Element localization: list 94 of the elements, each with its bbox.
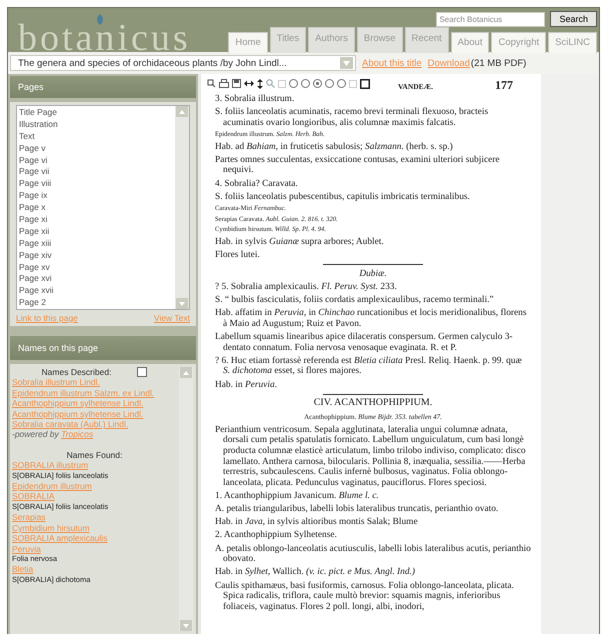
section-heading: Names Found:: [66, 450, 122, 460]
page-paragraph: Labellum squamis linearibus apice dilaceratis conspersum. Germen calyculo 3-dentato connatum. Folia nervosa venosaque evaginata. R. et P.: [215, 332, 514, 354]
nav-tab[interactable]: Recent: [404, 27, 449, 53]
name-link[interactable]: Peruvia: [12, 544, 177, 554]
name-link[interactable]: Cymbidium hirsutum: [12, 522, 177, 534]
page-paragraph: Hab. in Sylhet, Wallich. (v. ic. pict. e Mus. Angl. Ind.): [215, 567, 416, 578]
name-link[interactable]: SOBRALIA: [12, 491, 177, 502]
leaf-icon: [96, 14, 104, 25]
name-link[interactable]: SOBRALIA illustrum: [12, 460, 177, 471]
circle-icon[interactable]: [301, 79, 310, 88]
checkbox[interactable]: [137, 367, 148, 378]
page-paragraph: Hab. ad Bahiam, in fruticetis sabulosis; Salzmann. (herb. s. sp.): [215, 142, 454, 152]
name-link[interactable]: Sobralia caravata (Aubl.) Lindl.: [12, 419, 177, 430]
name-link[interactable]: Epidendrum illustrum Salzm. ex Lindl.: [12, 388, 177, 398]
page-paragraph: Hab. in Java, in sylvis altioribus montis Salak; Blume: [215, 517, 419, 528]
horizontal-arrows-icon[interactable]: [244, 80, 254, 87]
page-paragraph: A. petalis oblongo-lanceolatis acutiusculis, labelli lobis lateralibus acutis, perianthio obovato.: [215, 544, 531, 565]
page-item[interactable]: Page vi: [19, 154, 173, 166]
nav-tab[interactable]: Titles: [270, 27, 306, 53]
page-item[interactable]: Page xv: [19, 262, 173, 274]
genus-heading: CIV. ACANTHOPHIPPIUM.: [312, 398, 434, 409]
nav-tab[interactable]: Browse: [356, 27, 403, 53]
search-icon[interactable]: [266, 79, 275, 88]
section-heading: Names Described:: [42, 367, 112, 378]
species-heading: ? 5. Sobralia amplexicaulis. Fl. Peruv. Syst. 233.: [215, 282, 398, 292]
caret-icon: [343, 60, 350, 66]
name-link[interactable]: Epidendrum illustrum: [12, 481, 177, 492]
page-paragraph: Caulis spithamæus, basi fusiformis, carnosus. Folia oblongo-lanceolata, plicata. Spica radicalis, triflora, caule multò brevior: squamis magnis, inferioribus foliaceis, vaginatus. Flores 2 poll. longi, albi, inodori,: [215, 580, 515, 612]
panel-header: Pages: [10, 76, 196, 98]
page-paragraph: Flores lutei.: [215, 250, 261, 260]
page-item[interactable]: Page x: [19, 202, 173, 214]
page-item[interactable]: Illustration: [19, 118, 173, 131]
page-paragraph: ? 6. Huc etiam fortassè referenda est Bletia ciliata Presl. Reliq. Haenk. p. 99. quæ S. dichotoma esset, si flores majores.: [215, 356, 523, 377]
nav-tab[interactable]: About: [450, 32, 490, 53]
search-button[interactable]: Search: [550, 11, 597, 27]
page-item[interactable]: Page xvi: [19, 273, 173, 286]
title-link[interactable]: About this title: [362, 58, 422, 68]
square-icon[interactable]: [360, 78, 370, 88]
panel-header: Names on this page: [10, 336, 196, 360]
nav-tab[interactable]: SciLINC: [548, 32, 597, 53]
print-icon[interactable]: [219, 79, 229, 88]
page-item[interactable]: Page 2: [19, 297, 173, 310]
page-paragraph: S. foliis lanceolatis acuminatis, racemo brevi terminali flexuoso, bracteis acuminatis ovario longioribus, alis columnæ maximis falcatis.: [215, 107, 490, 128]
species-heading: 4. Sobralia? Caravata.: [215, 178, 299, 190]
page-item[interactable]: Page v: [19, 142, 173, 155]
nav-tab[interactable]: Home: [228, 32, 268, 53]
circle-icon[interactable]: [337, 79, 346, 88]
circle-icon[interactable]: [325, 79, 334, 88]
page-item[interactable]: Text: [19, 130, 173, 143]
page-item[interactable]: Page xi: [19, 214, 173, 226]
vertical-arrows-icon[interactable]: [257, 78, 263, 88]
nav-tab[interactable]: Authors: [308, 27, 355, 53]
site-logo[interactable]: botanicus: [8, 8, 191, 52]
page-paragraph: A. petalis triangularibus, labelli lobis lateralibus truncatis, perianthio ovato.: [215, 504, 500, 515]
name-link[interactable]: SOBRALIA amplexicaulis: [12, 533, 177, 544]
nav-tab[interactable]: Copyright: [491, 32, 546, 53]
page-link[interactable]: View Text: [154, 313, 190, 323]
name-link[interactable]: Serapias: [12, 512, 177, 523]
dotted-circle-icon[interactable]: [313, 79, 322, 88]
page-paragraph: S. foliis lanceolatis pubescentibus, capitulis imbricatis terminalibus.: [215, 192, 471, 202]
page-paragraph: Hab. in Peruvia.: [215, 380, 278, 390]
page-item[interactable]: Page vii: [19, 166, 173, 178]
page-item[interactable]: Title Page: [19, 107, 173, 119]
page-paragraph: S. “ bulbis fasciculatis, foliis cordatis amplexicaulibus, racemo terminali.”: [215, 295, 495, 306]
page-paragraph: Hab. in sylvis Guianæ supra arbores; Aublet.: [215, 236, 385, 248]
name-link[interactable]: Bletia: [12, 564, 177, 575]
section-heading: Dubiæ.: [358, 268, 388, 280]
name-link[interactable]: Sobralia illustrum Lindl.: [12, 377, 177, 388]
page-item[interactable]: Page xvii: [19, 285, 173, 298]
page-paragraph: Partes omnes succulentas, exsiccatione contusas, examini ulteriori subjicere nequivi.: [215, 154, 501, 176]
name-link[interactable]: Acanthophippium sylhetense Lindl.: [12, 398, 177, 409]
pages-list[interactable]: Title Page Illustration Text Page v Page vi Page vii Page viii Page ix Page x Page xi Page xii Page xiii Page xiv Page xv Page xvi Page xvii Page 2: [16, 105, 190, 310]
page-item[interactable]: Page xii: [19, 226, 173, 238]
page-item[interactable]: Page xiv: [19, 250, 173, 262]
save-icon[interactable]: [232, 79, 241, 88]
species-heading: 3. Sobralia illustrum.: [215, 94, 296, 105]
page-paragraph: Perianthium ventricosum. Sepala agglutinata, lateralia ungui columnæ adnata, dorsali cum petalis spatulatis fornicato. Labellum unguiculatum, cum basi longè producta columnæ elasticè articulatum, limbo trilobo indiviso, complicato: disco lamellato. Anthera carnosa, bilocularis. Pollinia 8, inæqualia, sessilia.——Herba terrestris, subcaulescens. Caulis infernè bulbosus, vaginatus. Folia oblongo-lanceolata, plicata. Pedunculus vaginatus, pauciflorus. Flores speciosi.: [215, 424, 527, 488]
crop-icon[interactable]: [207, 79, 216, 88]
name-link[interactable]: Acanthophippium sylhetense Lindl.: [12, 408, 177, 420]
page-item[interactable]: Page ix: [19, 190, 173, 202]
powered-by-text: -powered by Tropicos: [12, 429, 94, 440]
page-item[interactable]: Page viii: [19, 178, 173, 190]
page-number: 177: [494, 78, 513, 93]
file-size-note: (21 MB PDF): [470, 58, 526, 68]
page-item[interactable]: Page xiii: [19, 238, 173, 250]
circle-icon[interactable]: [289, 79, 298, 88]
species-heading: 2. Acanthophippium Sylhetense.: [215, 530, 338, 542]
tropicos-link[interactable]: Tropicos: [61, 429, 94, 440]
title-dropdown[interactable]: The genera and species of orchidaceous plants /by John Lindl...: [10, 55, 356, 71]
title-link[interactable]: Download: [428, 58, 470, 68]
species-heading: 1. Acanthophippium Javanicum. Blume l. c.: [215, 490, 380, 502]
page-paragraph: Hab. affatim in Peruvia, in Chinchao runcationibus et locis meridionalibus, florens à Maio ad Augustum; Ruiz et Pavon.: [215, 308, 528, 330]
page-link[interactable]: Link to this page: [16, 313, 78, 323]
search-field[interactable]: Search Botanicus: [436, 12, 546, 26]
